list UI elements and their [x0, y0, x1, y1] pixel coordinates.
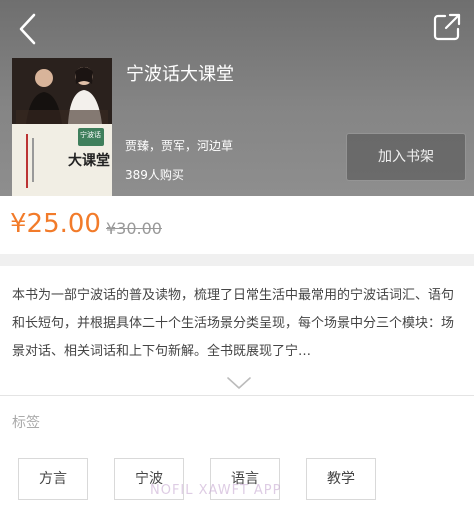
- book-authors: 贾臻，贾军，河边草: [125, 139, 234, 153]
- cover-gray-line: [32, 138, 34, 182]
- book-description: 本书为一部宁波话的普及读物，梳理了日常生活中最常用的宁波话词汇、语句和长短句，并…: [12, 288, 455, 359]
- share-icon: [433, 13, 461, 41]
- back-button[interactable]: [14, 12, 44, 46]
- book-title: 宁波话大课堂: [126, 64, 234, 85]
- cover-big-label: 大课堂: [68, 153, 110, 169]
- watermark: NOFIL XAWFT APP: [150, 483, 282, 498]
- tag-chip[interactable]: 教学: [306, 458, 376, 500]
- book-header: 宁波话 大课堂 宁波话大课堂 贾臻，贾军，河边草 389人购买 加入书架: [0, 0, 474, 196]
- cover-people-image: [12, 58, 112, 124]
- original-price: ¥30.00: [106, 219, 162, 238]
- expand-description-button[interactable]: [226, 375, 252, 389]
- cover-red-line: [26, 134, 28, 188]
- add-to-shelf-button[interactable]: 加入书架: [346, 133, 466, 181]
- back-chevron-icon: [19, 13, 36, 45]
- tags-label: 标签: [12, 415, 40, 431]
- chevron-down-icon: [227, 377, 251, 389]
- cover-photo: [12, 58, 112, 124]
- tag-chip[interactable]: 方言: [18, 458, 88, 500]
- buyers-count: 389人购买: [125, 168, 184, 182]
- book-cover[interactable]: 宁波话 大课堂: [12, 58, 112, 196]
- cover-side-label: 宁波话: [80, 131, 101, 139]
- cover-lower-panel: 宁波话 大课堂: [12, 124, 112, 196]
- divider-line: [0, 395, 474, 396]
- section-divider: [0, 254, 474, 266]
- current-price: ¥25.00: [10, 209, 101, 239]
- share-button[interactable]: [432, 12, 462, 42]
